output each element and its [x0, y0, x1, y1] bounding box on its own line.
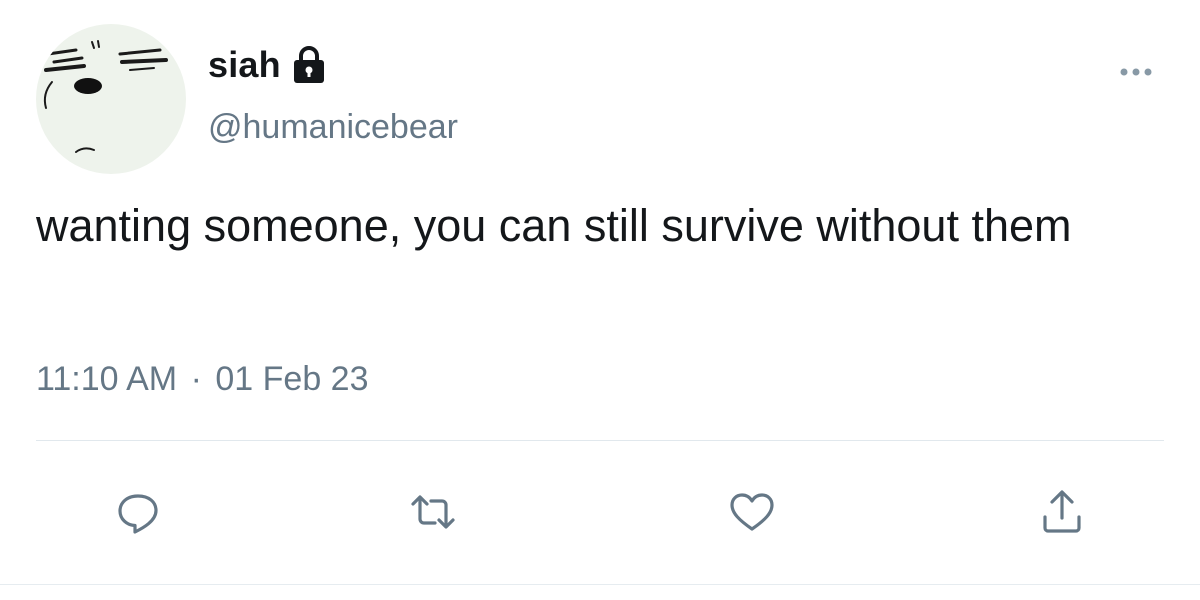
user-name-row: siah: [208, 40, 327, 90]
tweet-card: siah @humanicebear wanting someone, you …: [0, 0, 1200, 600]
tweet-text: wanting someone, you can still survive w…: [36, 200, 1072, 251]
ellipsis-icon[interactable]: [1116, 60, 1156, 84]
bottom-divider: [0, 584, 1200, 585]
tweet-date: 01 Feb 23: [215, 360, 369, 398]
user-handle[interactable]: @humanicebear: [208, 108, 458, 147]
tweet-actions-bar: [0, 484, 1200, 540]
display-name[interactable]: siah: [208, 44, 281, 86]
tweet-timestamp[interactable]: 11:10 AM · 01 Feb 23: [36, 360, 369, 399]
retweet-icon: [411, 495, 455, 529]
timestamp-separator: ·: [190, 360, 202, 398]
avatar[interactable]: [36, 24, 186, 174]
reply-button[interactable]: [110, 484, 166, 540]
share-button[interactable]: [1034, 484, 1090, 540]
like-button[interactable]: [724, 484, 780, 540]
heart-icon: [730, 493, 774, 531]
share-icon: [1043, 490, 1081, 533]
cartoon-face-avatar-icon: [43, 40, 168, 153]
divider: [36, 440, 1164, 441]
retweet-button[interactable]: [405, 484, 461, 540]
tweet-time: 11:10 AM: [36, 360, 178, 398]
speech-bubble-icon: [118, 494, 158, 534]
lock-icon: [291, 45, 327, 85]
